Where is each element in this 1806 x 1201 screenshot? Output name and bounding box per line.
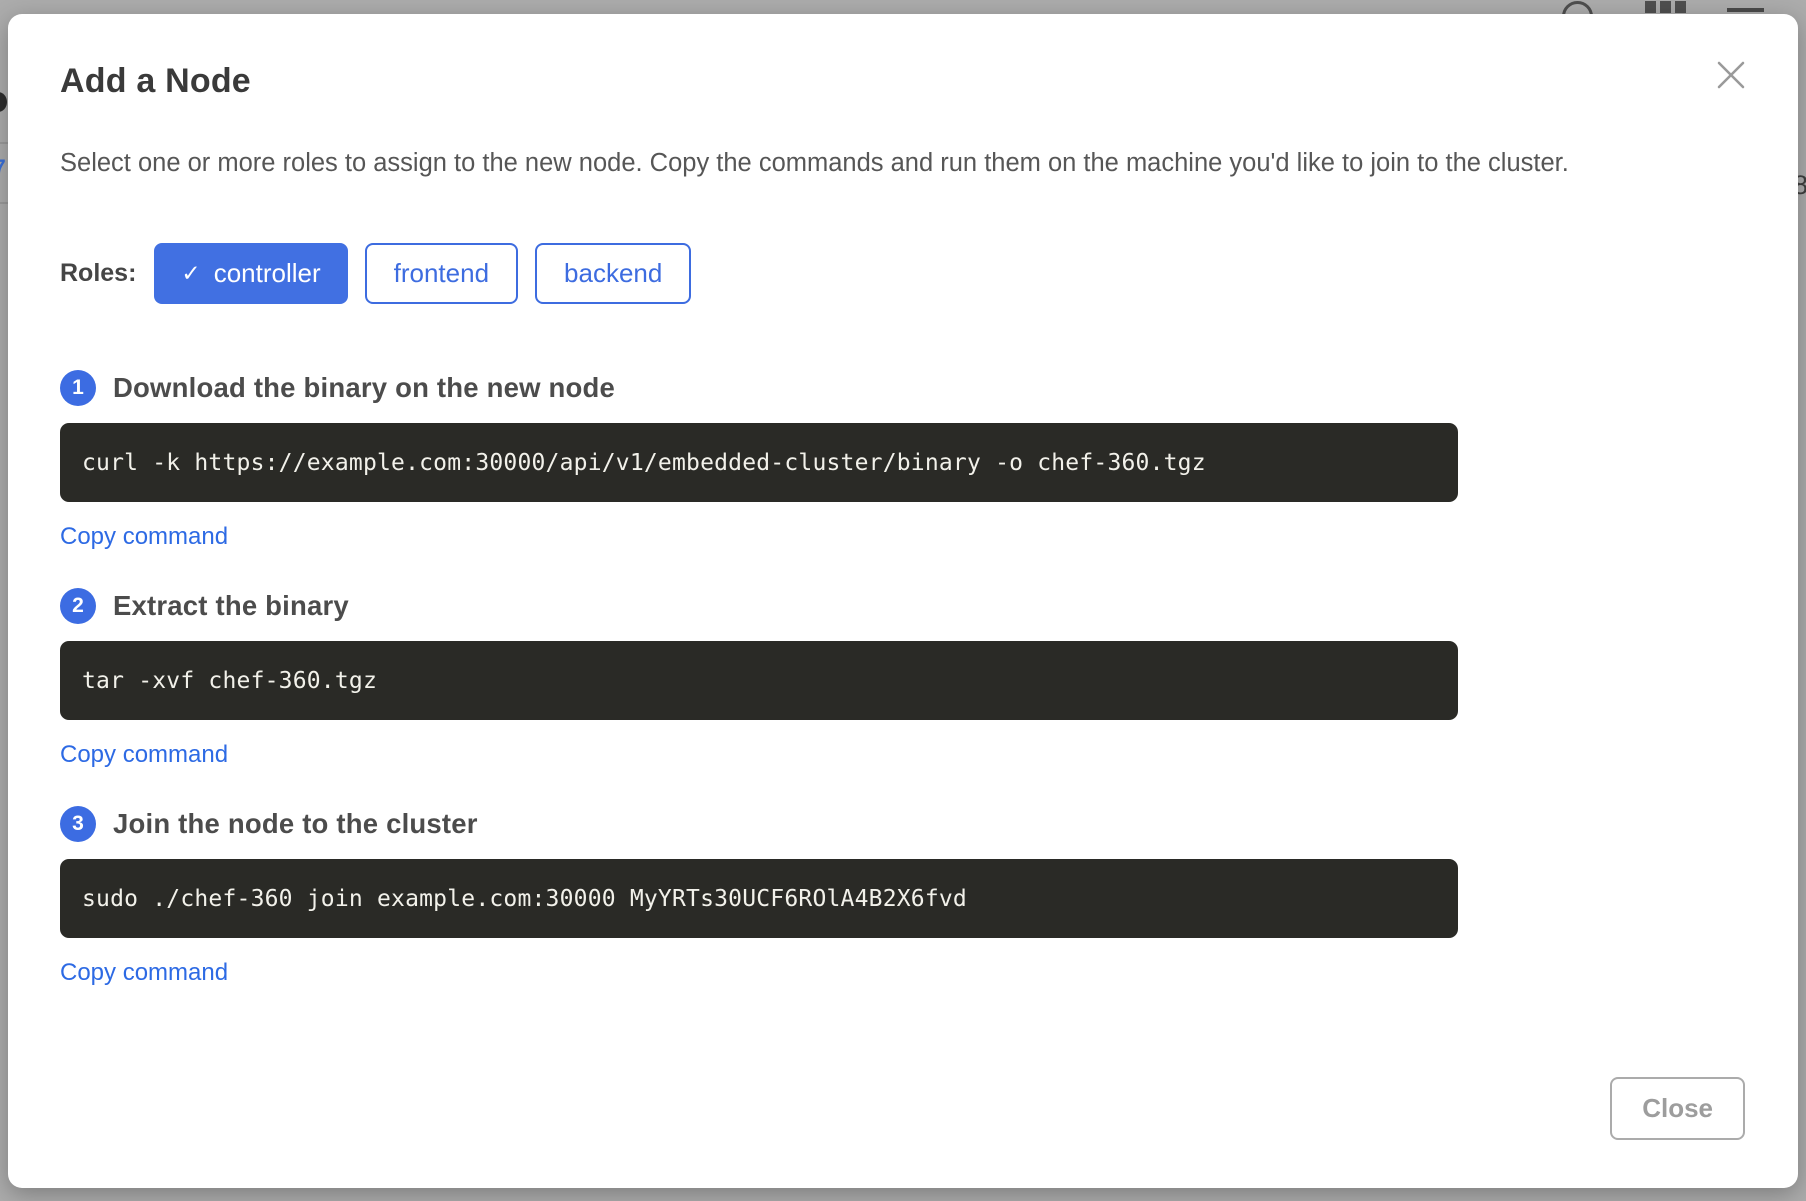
- step-title: Download the binary on the new node: [113, 372, 615, 404]
- add-node-dialog: Add a Node Select one or more roles to a…: [8, 14, 1798, 1188]
- role-button-label: controller: [214, 258, 321, 289]
- roles-label: Roles:: [60, 259, 136, 288]
- step-heading: 1 Download the binary on the new node: [60, 370, 1746, 406]
- dialog-title: Add a Node: [60, 62, 1746, 101]
- role-button-label: backend: [564, 258, 662, 289]
- copy-command-link[interactable]: Copy command: [60, 741, 228, 769]
- role-button-backend[interactable]: backend: [535, 243, 691, 304]
- step-heading: 3 Join the node to the cluster: [60, 806, 1746, 842]
- step-heading: 2 Extract the binary: [60, 588, 1746, 624]
- copy-command-link[interactable]: Copy command: [60, 523, 228, 551]
- command-text: tar -xvf chef-360.tgz: [82, 668, 377, 694]
- step-title: Extract the binary: [113, 590, 349, 622]
- close-icon[interactable]: [1714, 58, 1748, 92]
- dialog-description: Select one or more roles to assign to th…: [60, 139, 1728, 187]
- step-title: Join the node to the cluster: [113, 808, 478, 840]
- background-divider: [0, 142, 8, 144]
- step-number-badge: 3: [60, 806, 96, 842]
- background-divider: [0, 202, 8, 204]
- command-text: curl -k https://example.com:30000/api/v1…: [82, 450, 1206, 476]
- background-glyph: [0, 92, 7, 112]
- app-grid-icon: [1645, 1, 1686, 13]
- hamburger-menu-icon: [1727, 8, 1764, 12]
- copy-command-link[interactable]: Copy command: [60, 959, 228, 987]
- step-number-badge: 2: [60, 588, 96, 624]
- command-text: sudo ./chef-360 join example.com:30000 M…: [82, 886, 967, 912]
- command-code-block: curl -k https://example.com:30000/api/v1…: [60, 423, 1458, 502]
- roles-row: Roles: ✓ controller frontend backend: [60, 243, 1746, 304]
- command-code-block: sudo ./chef-360 join example.com:30000 M…: [60, 859, 1458, 938]
- role-button-label: frontend: [394, 258, 489, 289]
- check-icon: ✓: [181, 262, 200, 285]
- step-number-badge: 1: [60, 370, 96, 406]
- command-code-block: tar -xvf chef-360.tgz: [60, 641, 1458, 720]
- close-button[interactable]: Close: [1610, 1077, 1745, 1140]
- role-button-controller[interactable]: ✓ controller: [154, 243, 347, 304]
- role-button-frontend[interactable]: frontend: [365, 243, 518, 304]
- background-link-text: 7: [0, 156, 6, 180]
